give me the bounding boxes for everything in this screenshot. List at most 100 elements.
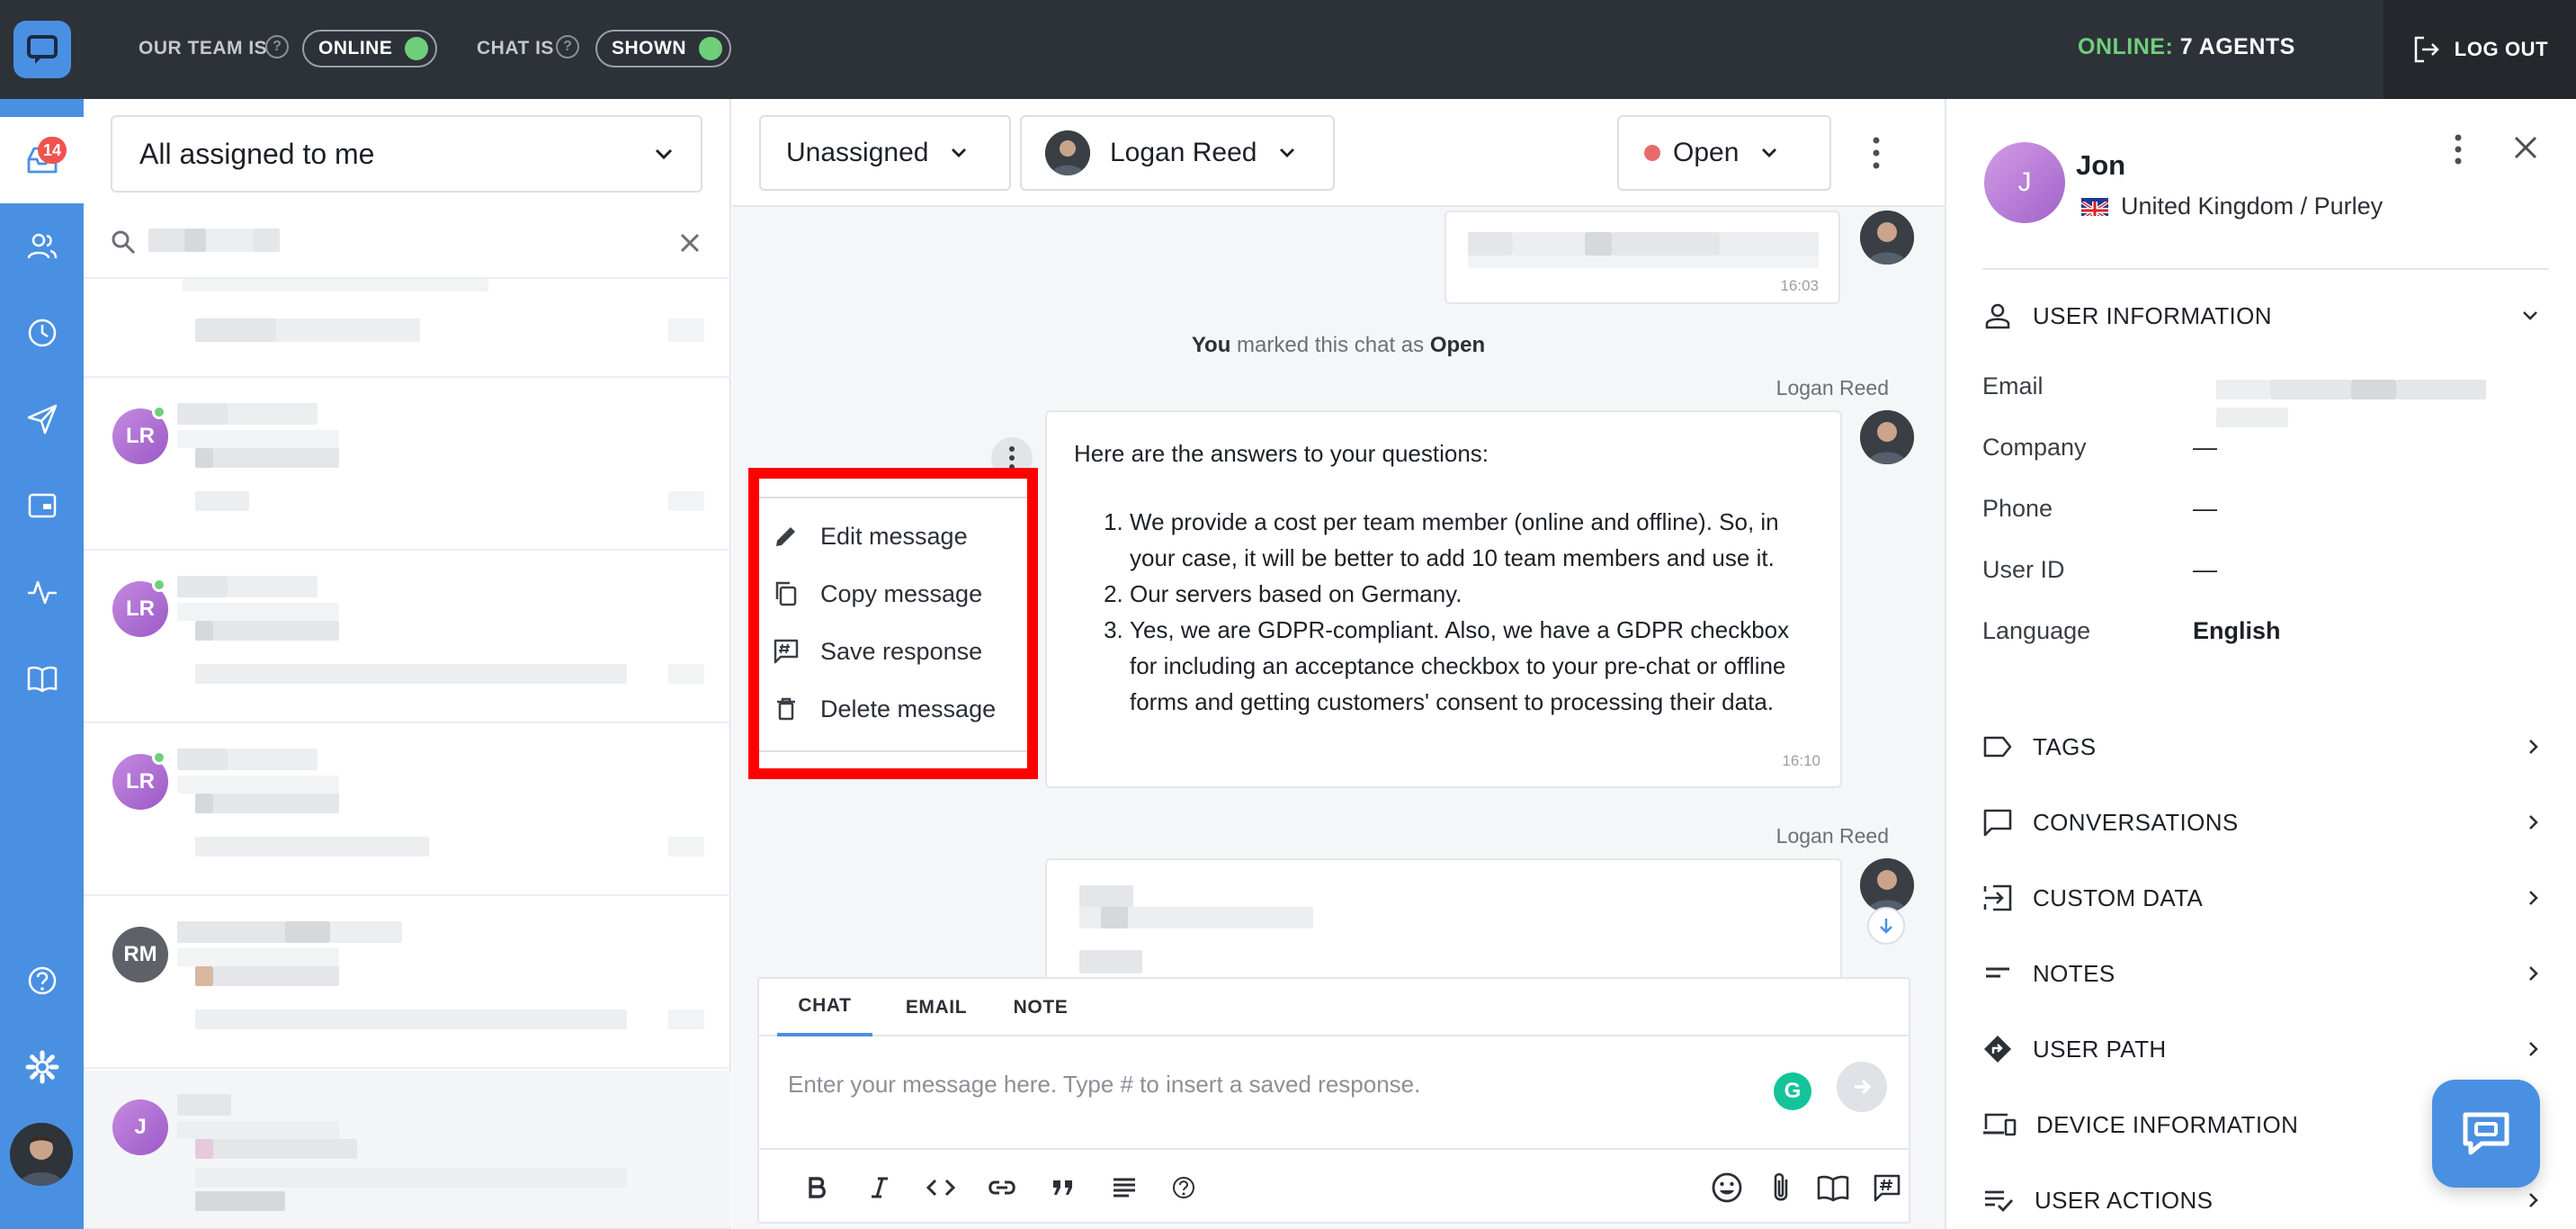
uk-flag-icon (2081, 197, 2108, 216)
bold-button[interactable] (797, 1168, 836, 1207)
italic-button[interactable] (860, 1168, 899, 1207)
message-author: Logan Reed (1775, 376, 1889, 399)
arrow-down-icon (1880, 919, 1892, 934)
section-user-information[interactable]: USER INFORMATION (1982, 288, 2540, 344)
save-response-option[interactable]: Save response (759, 623, 1027, 680)
agent-avatar (1860, 410, 1914, 464)
help-icon[interactable]: ? (556, 35, 579, 58)
edit-message-option[interactable]: Edit message (759, 507, 1027, 565)
knowledge-base-button[interactable] (1813, 1168, 1853, 1207)
window-icon (28, 493, 56, 518)
list-item[interactable]: LR (84, 380, 731, 551)
chat-status-select[interactable]: Open (1617, 115, 1831, 191)
checklist-icon (1985, 1190, 2014, 1213)
chevron-down-icon (2523, 311, 2537, 320)
nav-history[interactable] (0, 290, 84, 376)
section-notes[interactable]: NOTES (1982, 936, 2540, 1011)
attach-button[interactable] (1761, 1168, 1801, 1207)
section-label: CUSTOM DATA (2033, 884, 2204, 911)
message-list-item: Yes, we are GDPR-compliant. Also, we hav… (1130, 612, 1813, 720)
emoji-icon (1712, 1172, 1742, 1203)
app-logo[interactable] (0, 0, 84, 99)
nav-widgets[interactable] (0, 462, 84, 549)
team-status-toggle[interactable]: ONLINE (302, 30, 438, 67)
copy-message-option[interactable]: Copy message (759, 565, 1027, 623)
nav-reports[interactable] (0, 549, 84, 635)
pencil-icon (776, 527, 795, 546)
online-indicator (152, 578, 166, 592)
info-key: User ID (1982, 556, 2065, 583)
emoji-button[interactable] (1707, 1168, 1747, 1207)
list-item[interactable]: LR (84, 552, 731, 723)
team-status-label: OUR TEAM IS (139, 38, 268, 58)
link-button[interactable] (982, 1168, 1022, 1207)
users-icon (27, 233, 57, 259)
message-bubble[interactable]: 16:03 (1445, 211, 1840, 304)
nav-inbox[interactable]: 14 (0, 117, 84, 203)
conversation-filter-select[interactable]: All assigned to me (111, 115, 702, 193)
nav-help[interactable] (0, 937, 84, 1024)
chat-header: Unassigned Logan Reed Open (732, 99, 1945, 207)
list-item[interactable] (84, 279, 731, 378)
chat-visibility-toggle[interactable]: SHOWN (595, 30, 731, 67)
saved-response-icon (774, 639, 799, 664)
online-agents-counter: ONLINE: 7 AGENTS (2078, 34, 2295, 60)
scroll-to-bottom-button[interactable] (1867, 907, 1905, 945)
system-text: marked this chat as (1230, 333, 1430, 357)
chat-widget-button[interactable] (2432, 1080, 2540, 1188)
system-status: Open (1429, 333, 1486, 357)
list-item[interactable]: RM (84, 898, 731, 1069)
more-options-icon[interactable] (1867, 135, 1885, 171)
logout-button[interactable]: LOG OUT (2384, 0, 2576, 99)
nav-campaigns[interactable] (0, 376, 84, 462)
nav-knowledge-base[interactable] (0, 635, 84, 722)
section-label: NOTES (2033, 959, 2115, 987)
copy-message-label: Copy message (820, 579, 983, 607)
search-input[interactable] (148, 228, 280, 256)
message-input[interactable]: Enter your message here. Type # to inser… (788, 1071, 1420, 1099)
user-avatar: J (1984, 142, 2065, 223)
person-photo-icon (1860, 410, 1914, 464)
send-button[interactable] (1837, 1062, 1887, 1112)
list-item-selected[interactable]: J (84, 1071, 731, 1229)
formatting-help-button[interactable] (1164, 1168, 1203, 1207)
help-circle-icon (1173, 1177, 1194, 1198)
section-user-path[interactable]: USER PATH (1982, 1011, 2540, 1087)
logout-label: LOG OUT (2454, 38, 2549, 60)
conversation-search[interactable] (84, 207, 731, 279)
tab-note[interactable]: NOTE (997, 979, 1085, 1036)
tab-email[interactable]: EMAIL (887, 979, 986, 1036)
team-status-value: ONLINE (318, 38, 393, 58)
assign-agent-value: Logan Reed (1110, 138, 1257, 167)
list-item[interactable]: LR (84, 725, 731, 896)
help-icon[interactable]: ? (265, 35, 289, 58)
section-conversations[interactable]: CONVERSATIONS (1982, 785, 2540, 860)
message-context-menu: Edit message Copy message Save response … (748, 468, 1038, 779)
code-button[interactable] (921, 1168, 961, 1207)
nav-contacts[interactable] (0, 203, 84, 290)
grammarly-icon[interactable]: G (1774, 1072, 1811, 1110)
assign-agent-select[interactable]: Logan Reed (1020, 115, 1335, 191)
delete-message-option[interactable]: Delete message (759, 680, 1027, 738)
section-label: TAGS (2033, 732, 2097, 760)
nav-settings[interactable] (0, 1024, 84, 1110)
align-button[interactable] (1105, 1168, 1144, 1207)
close-icon[interactable] (2511, 133, 2540, 162)
send-arrow-icon (1855, 1079, 1872, 1095)
assign-group-select[interactable]: Unassigned (759, 115, 1011, 191)
more-options-icon[interactable] (2452, 133, 2464, 166)
message-bubble[interactable]: Here are the answers to your questions: … (1045, 410, 1842, 788)
person-photo-icon (1860, 211, 1914, 265)
saved-responses-button[interactable] (1867, 1168, 1907, 1207)
book-icon (1817, 1175, 1849, 1202)
tab-chat[interactable]: CHAT (777, 979, 872, 1036)
agent-avatar[interactable] (10, 1123, 73, 1186)
section-custom-data[interactable]: CUSTOM DATA (1982, 860, 2540, 936)
copy-icon (775, 581, 797, 606)
section-label: USER INFORMATION (2033, 301, 2272, 329)
info-value: — (2193, 434, 2217, 461)
section-tags[interactable]: TAGS (1982, 709, 2540, 785)
quote-button[interactable] (1043, 1168, 1083, 1207)
chevron-down-icon (655, 148, 673, 160)
clear-search-icon[interactable] (677, 230, 702, 256)
